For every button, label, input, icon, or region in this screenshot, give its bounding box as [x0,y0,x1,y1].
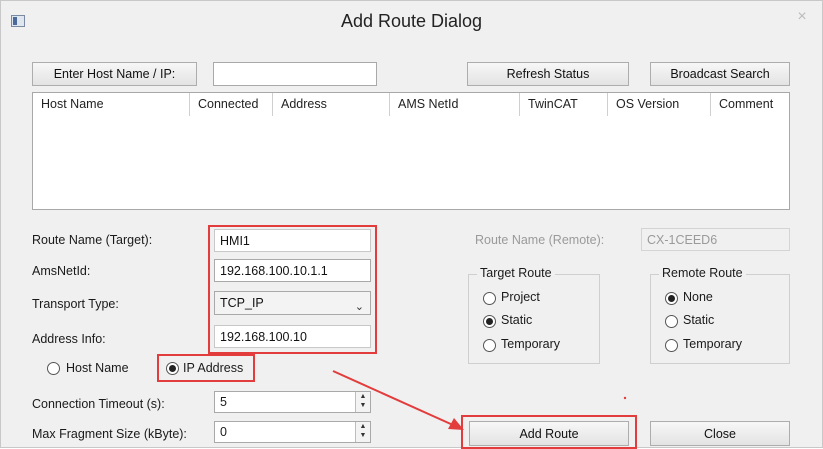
annotation-arrow [332,370,627,430]
add-route-dialog: Add Route Dialog × Enter Host Name / IP:… [0,0,823,449]
